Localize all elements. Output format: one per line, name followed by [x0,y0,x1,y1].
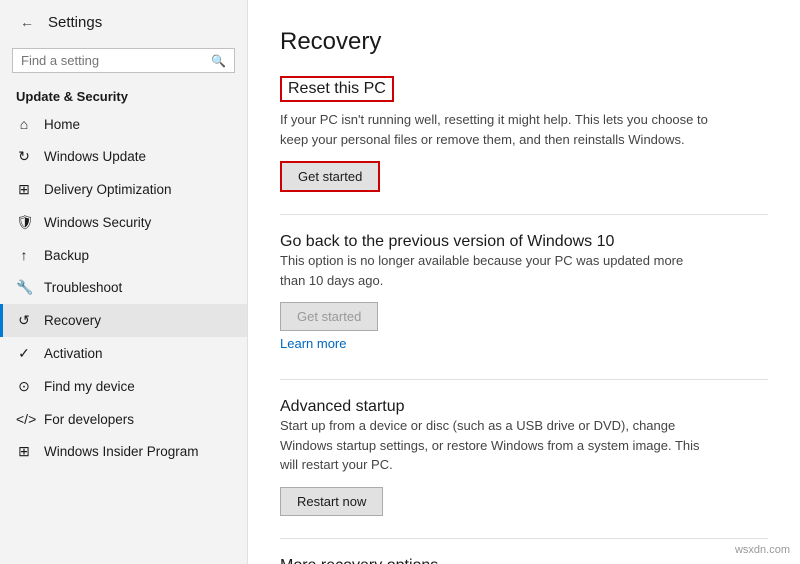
sidebar-item-for-developers[interactable]: </> For developers [0,403,247,435]
go-back-get-started-button[interactable]: Get started [280,302,378,331]
update-icon: ↻ [16,148,32,165]
sidebar-item-home-label: Home [44,117,80,132]
sidebar-item-windows-insider-label: Windows Insider Program [44,444,199,459]
search-input[interactable] [21,53,205,68]
activation-icon: ✓ [16,345,32,362]
find-device-icon: ⊙ [16,378,32,395]
reset-pc-section: Reset this PC If your PC isn't running w… [280,76,768,196]
back-button[interactable]: ← [16,12,38,32]
sidebar-item-find-device-label: Find my device [44,379,135,394]
sidebar-item-windows-update[interactable]: ↻ Windows Update [0,140,247,173]
go-back-desc: This option is no longer available becau… [280,251,710,290]
advanced-startup-title: Advanced startup [280,398,405,415]
more-recovery-section: More recovery options [280,557,768,564]
search-icon: 🔍 [211,54,226,68]
reset-pc-title-box: Reset this PC [280,76,394,102]
sidebar-item-backup[interactable]: ↑ Backup [0,239,247,271]
insider-icon: ⊞ [16,443,32,460]
learn-more-link[interactable]: Learn more [280,336,346,351]
watermark: wsxdn.com [735,544,790,556]
restart-now-button[interactable]: Restart now [280,487,383,516]
divider-1 [280,214,768,215]
main-content: Recovery Reset this PC If your PC isn't … [248,0,800,564]
sidebar-header: ← Settings [0,0,247,44]
backup-icon: ↑ [16,247,32,263]
sidebar-item-windows-security[interactable]: 🛡 Windows Security [0,206,247,239]
home-icon: ⌂ [16,116,32,132]
sidebar-item-for-developers-label: For developers [44,412,134,427]
sidebar-section-label: Update & Security [0,83,247,108]
sidebar-item-activation-label: Activation [44,346,103,361]
sidebar-item-windows-security-label: Windows Security [44,215,151,230]
reset-pc-get-started-button[interactable]: Get started [280,161,380,192]
sidebar-title: Settings [48,14,102,31]
sidebar-item-recovery[interactable]: ↺ Recovery [0,304,247,337]
divider-3 [280,538,768,539]
reset-pc-desc: If your PC isn't running well, resetting… [280,110,710,149]
sidebar-item-windows-update-label: Windows Update [44,149,146,164]
search-box: 🔍 [12,48,235,73]
sidebar: ← Settings 🔍 Update & Security ⌂ Home ↻ … [0,0,248,564]
sidebar-item-windows-insider[interactable]: ⊞ Windows Insider Program [0,435,247,468]
shield-icon: 🛡 [16,214,32,231]
troubleshoot-icon: 🔧 [16,279,32,296]
sidebar-item-find-my-device[interactable]: ⊙ Find my device [0,370,247,403]
sidebar-item-delivery-optimization[interactable]: ⊞ Delivery Optimization [0,173,247,206]
recovery-icon: ↺ [16,312,32,329]
sidebar-item-troubleshoot[interactable]: 🔧 Troubleshoot [0,271,247,304]
reset-pc-title: Reset this PC [288,80,386,97]
developer-icon: </> [16,411,32,427]
go-back-title: Go back to the previous version of Windo… [280,233,614,250]
advanced-startup-desc: Start up from a device or disc (such as … [280,416,710,475]
advanced-startup-section: Advanced startup Start up from a device … [280,398,768,520]
sidebar-item-troubleshoot-label: Troubleshoot [44,280,122,295]
go-back-section: Go back to the previous version of Windo… [280,233,768,361]
sidebar-item-backup-label: Backup [44,248,89,263]
sidebar-item-delivery-label: Delivery Optimization [44,182,172,197]
divider-2 [280,379,768,380]
delivery-icon: ⊞ [16,181,32,198]
go-back-title-container: Go back to the previous version of Windo… [280,233,768,251]
page-title: Recovery [280,28,768,56]
sidebar-item-activation[interactable]: ✓ Activation [0,337,247,370]
sidebar-item-home[interactable]: ⌂ Home [0,108,247,140]
sidebar-item-recovery-label: Recovery [44,313,101,328]
more-recovery-title: More recovery options [280,557,438,564]
